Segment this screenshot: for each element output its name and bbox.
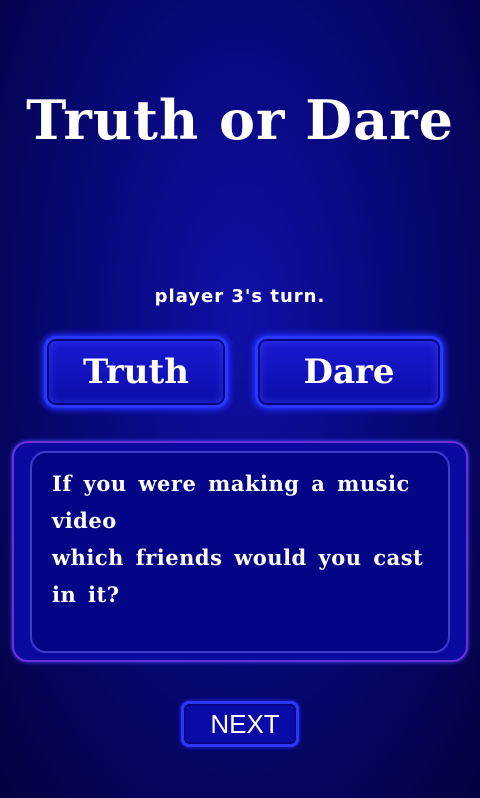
question-panel: If you were making a music video which f… [12,441,468,662]
question-line-3: in it? [52,582,120,607]
question-line-2: which friends would you cast [52,545,424,570]
question-text-box: If you were making a music video which f… [30,451,450,653]
turn-indicator: player 3's turn. [154,286,326,307]
next-button[interactable]: NEXT [181,701,299,747]
app-title: Truth or Dare [26,88,454,152]
question-line-1: If you were making a music video [52,471,410,533]
truth-button[interactable]: Truth [44,336,228,408]
dare-button[interactable]: Dare [255,336,443,408]
